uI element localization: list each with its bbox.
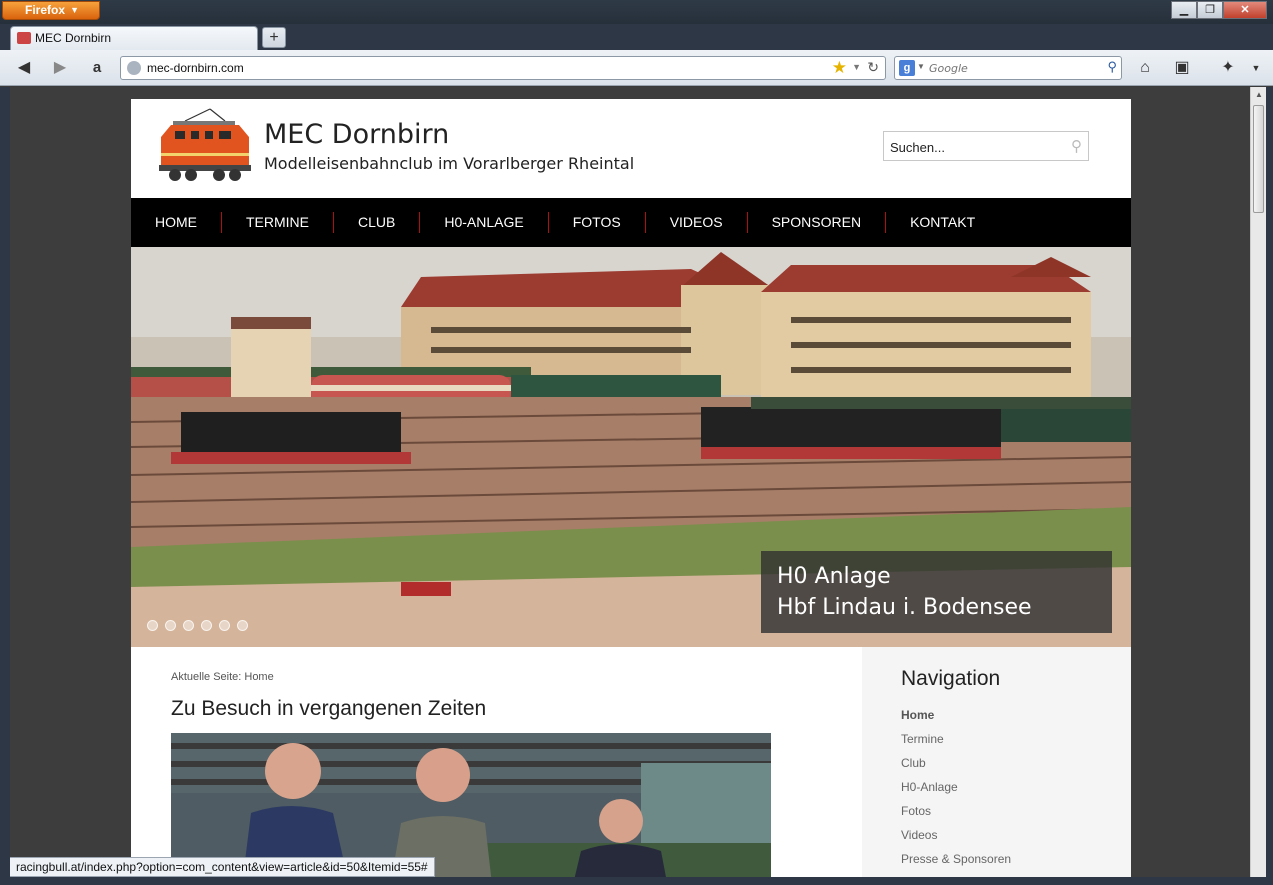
vertical-scrollbar[interactable]: ▲ (1250, 87, 1266, 877)
status-bar: racingbull.at/index.php?option=com_conte… (10, 857, 435, 877)
home-icon[interactable]: ⌂ (1135, 58, 1155, 78)
slider-dot[interactable] (165, 620, 176, 631)
firefox-menu-label: Firefox (25, 3, 66, 17)
sidebar-title: Navigation (901, 667, 1001, 690)
slider-caption: H0 Anlage Hbf Lindau i. Bodensee (761, 551, 1112, 633)
amazon-icon[interactable]: a (87, 58, 107, 78)
scroll-up-icon[interactable]: ▲ (1251, 87, 1267, 103)
bookmark-star-icon[interactable]: ★ (832, 58, 847, 78)
caption-line-2: Hbf Lindau i. Bodensee (777, 595, 1032, 620)
main-navigation: HOME TERMINE CLUB H0-ANLAGE FOTOS VIDEOS… (131, 198, 1131, 247)
search-icon[interactable]: ⚲ (1107, 59, 1117, 75)
globe-icon (127, 61, 141, 75)
url-bar[interactable]: mec-dornbirn.com ★ ▼ ↻ (120, 56, 886, 80)
site-search-box[interactable]: ⚲ (883, 131, 1089, 161)
sidebar-item-fotos[interactable]: Fotos (901, 803, 1011, 827)
site-search-input[interactable] (890, 137, 1060, 157)
window-titlebar: Firefox ▼ ▁ ❐ ✕ (0, 0, 1273, 24)
sidebar-item-h0-anlage[interactable]: H0-Anlage (901, 779, 1011, 803)
browser-toolbar: ◀ ▶ a mec-dornbirn.com ★ ▼ ↻ g ▼ ⚲ ⌂ ▣ ✦… (0, 50, 1273, 86)
search-input[interactable] (929, 59, 1099, 77)
menu-icon[interactable]: ▼ (1246, 58, 1266, 78)
nav-item-h0-anlage[interactable]: H0-ANLAGE (420, 212, 549, 233)
back-icon[interactable]: ◀ (14, 58, 34, 78)
minimize-icon[interactable]: ▁ (1171, 1, 1197, 19)
close-icon[interactable]: ✕ (1223, 1, 1267, 19)
forward-icon[interactable]: ▶ (50, 58, 70, 78)
left-frame (0, 87, 10, 877)
site-subtitle: Modelleisenbahnclub im Vorarlberger Rhei… (264, 154, 635, 173)
image-slider[interactable]: H0 Anlage Hbf Lindau i. Bodensee (131, 247, 1131, 647)
firefox-menu-button[interactable]: Firefox ▼ (2, 1, 100, 20)
reload-icon[interactable]: ↻ (867, 59, 879, 76)
site-title[interactable]: MEC Dornbirn (264, 119, 449, 150)
sidebar-item-club[interactable]: Club (901, 755, 1011, 779)
chevron-down-icon[interactable]: ▼ (852, 62, 861, 72)
nav-item-club[interactable]: CLUB (334, 212, 421, 233)
url-text[interactable]: mec-dornbirn.com (147, 60, 244, 76)
right-frame (1266, 87, 1273, 885)
sidebar: Navigation Home Termine Club H0-Anlage F… (862, 647, 1131, 877)
tab-title: MEC Dornbirn (35, 31, 112, 45)
nav-item-videos[interactable]: VIDEOS (646, 212, 748, 233)
slider-dots (147, 620, 248, 631)
sidebar-item-home[interactable]: Home (901, 707, 1011, 731)
addon-icon[interactable]: ✦ (1218, 58, 1238, 78)
tab-bar: MEC Dornbirn + (0, 24, 1273, 50)
nav-item-sponsoren[interactable]: SPONSOREN (748, 212, 887, 233)
new-tab-button[interactable]: + (262, 27, 286, 48)
sidebar-item-presse-sponsoren[interactable]: Presse & Sponsoren (901, 851, 1011, 875)
nav-item-termine[interactable]: TERMINE (222, 212, 334, 233)
chevron-down-icon[interactable]: ▼ (917, 62, 925, 71)
search-icon[interactable]: ⚲ (1071, 137, 1082, 155)
slider-dot[interactable] (147, 620, 158, 631)
sidebar-item-termine[interactable]: Termine (901, 731, 1011, 755)
sidebar-nav-list: Home Termine Club H0-Anlage Fotos Videos… (901, 707, 1011, 875)
slider-dot[interactable] (219, 620, 230, 631)
page-viewport: MEC Dornbirn Modelleisenbahnclub im Vora… (10, 87, 1250, 877)
slider-dot[interactable] (201, 620, 212, 631)
sidebar-item-videos[interactable]: Videos (901, 827, 1011, 851)
article-title[interactable]: Zu Besuch in vergangenen Zeiten (171, 697, 486, 721)
breadcrumb: Aktuelle Seite: Home (171, 671, 274, 683)
maximize-icon[interactable]: ❐ (1197, 1, 1223, 19)
main-content: Aktuelle Seite: Home Zu Besuch in vergan… (131, 647, 861, 877)
locomotive-logo-icon[interactable] (155, 107, 255, 187)
window-controls: ▁ ❐ ✕ (1171, 1, 1267, 19)
scrollbar-thumb[interactable] (1253, 105, 1264, 213)
article-photo (171, 733, 771, 877)
site-header: MEC Dornbirn Modelleisenbahnclub im Vora… (131, 99, 1131, 198)
google-icon[interactable]: g (899, 60, 915, 76)
slider-dot[interactable] (237, 620, 248, 631)
slider-dot[interactable] (183, 620, 194, 631)
nav-item-home[interactable]: HOME (131, 212, 222, 233)
bottom-frame (0, 877, 1273, 885)
search-bar[interactable]: g ▼ ⚲ (894, 56, 1122, 80)
train-favicon-icon (17, 32, 31, 44)
nav-item-kontakt[interactable]: KONTAKT (886, 212, 999, 233)
chevron-down-icon: ▼ (70, 5, 79, 15)
caption-line-1: H0 Anlage (777, 564, 891, 589)
nav-item-fotos[interactable]: FOTOS (549, 212, 646, 233)
bookmarks-icon[interactable]: ▣ (1172, 58, 1192, 78)
page-container: MEC Dornbirn Modelleisenbahnclub im Vora… (131, 99, 1131, 877)
tab-mec-dornbirn[interactable]: MEC Dornbirn (10, 26, 258, 50)
